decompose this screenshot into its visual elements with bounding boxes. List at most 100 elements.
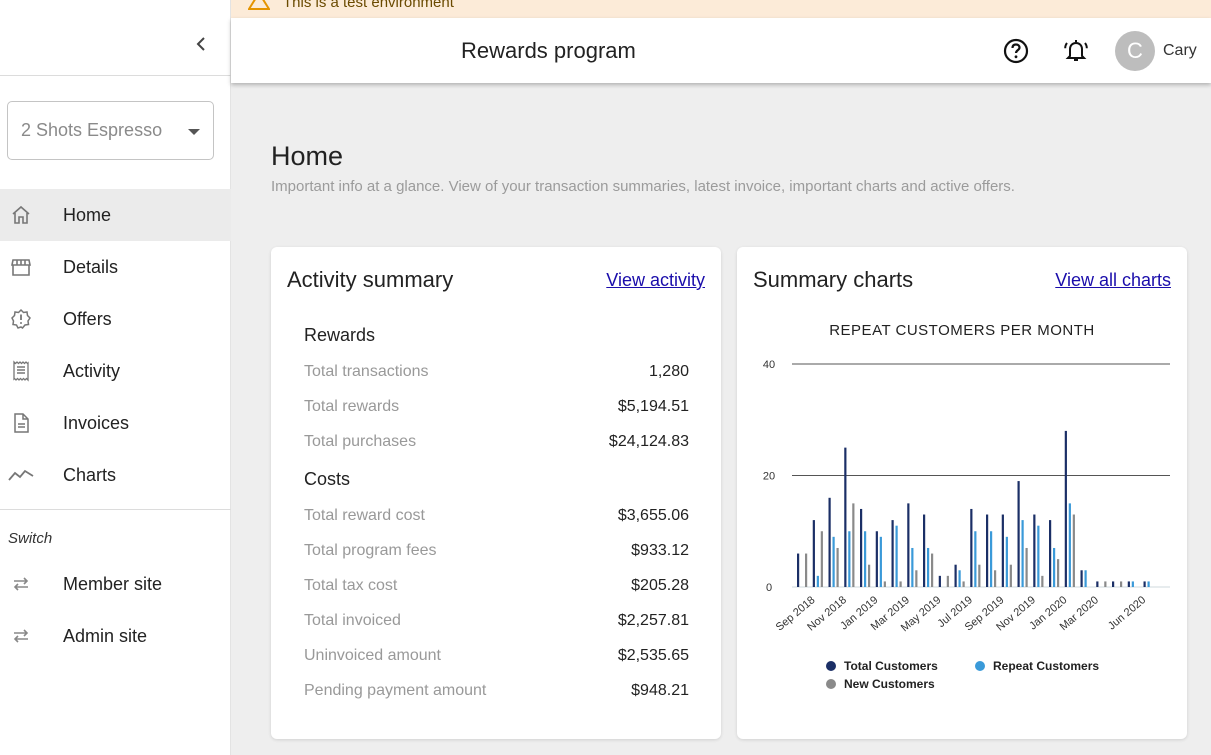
sidebar-item-offers[interactable]: Offers [0, 293, 231, 345]
bar [820, 531, 823, 587]
bar [805, 553, 808, 587]
legend-marker [826, 661, 836, 671]
app-header: Rewards program C Cary [231, 18, 1211, 83]
bar [875, 531, 878, 587]
summary-row: Total tax cost $205.28 [304, 577, 689, 595]
notifications-button[interactable] [1061, 36, 1091, 66]
bar [1120, 581, 1123, 587]
sidebar-item-details[interactable]: Details [0, 241, 231, 293]
page-subtitle: Important info at a glance. View of your… [271, 178, 1015, 195]
avatar[interactable]: C [1115, 31, 1155, 71]
bar [990, 531, 993, 587]
summary-charts-card: Summary charts View all charts REPEAT CU… [737, 247, 1187, 739]
bar [1112, 581, 1115, 587]
sidebar-divider [0, 509, 231, 510]
sidebar-item-label: Invoices [63, 412, 130, 433]
warning-icon [247, 0, 271, 15]
page-title: Home [271, 141, 344, 171]
summary-row-label: Pending payment amount [304, 682, 487, 699]
bar [915, 570, 918, 587]
summary-row: Total reward cost $3,655.06 [304, 507, 689, 525]
sidebar-item-label: Activity [63, 360, 121, 381]
document-icon [0, 412, 63, 434]
bar [911, 547, 914, 587]
summary-row: Total purchases $24,124.83 [304, 433, 689, 451]
bar [978, 564, 981, 587]
summary-row: Total transactions 1,280 [304, 363, 689, 381]
summary-row-value: $3,655.06 [617, 507, 689, 524]
bar [868, 564, 871, 587]
store-select[interactable]: 2 Shots Espresso [7, 101, 214, 160]
bar [883, 581, 886, 587]
bar [864, 531, 867, 587]
bar [891, 520, 894, 587]
line-chart-icon [0, 464, 63, 486]
bell-alert-icon [1064, 40, 1088, 61]
swap-icon [0, 625, 63, 647]
summary-row-value: $2,257.81 [617, 612, 689, 629]
caret-down-icon [188, 129, 200, 135]
sidebar-item-invoices[interactable]: Invoices [0, 397, 231, 449]
bar [907, 503, 910, 587]
bar [1084, 570, 1087, 587]
bar [974, 531, 977, 587]
bar [1005, 536, 1008, 587]
bar [938, 575, 941, 587]
bar [1053, 547, 1056, 587]
bar [1064, 430, 1067, 587]
summary-row-value: $2,535.65 [617, 647, 689, 664]
bar [927, 547, 930, 587]
legend-label: Total Customers [844, 659, 938, 673]
bar [852, 503, 855, 587]
user-name[interactable]: Cary [1163, 42, 1197, 60]
summary-row-label: Total rewards [304, 398, 400, 415]
bar [931, 553, 934, 587]
sidebar-item-member-site[interactable]: Member site [0, 558, 231, 610]
summary-row-label: Total reward cost [304, 507, 425, 524]
bar [1001, 514, 1004, 587]
bar [832, 536, 835, 587]
summary-row: Total invoiced $2,257.81 [304, 612, 689, 630]
legend-label: Repeat Customers [993, 659, 1099, 673]
summary-row-value: $205.28 [631, 577, 689, 594]
store-icon [0, 256, 63, 278]
bar [1009, 564, 1012, 587]
view-activity-link[interactable]: View activity [606, 270, 705, 291]
sidebar-item-admin-site[interactable]: Admin site [0, 610, 231, 662]
bar [994, 570, 997, 587]
summary-row-label: Total tax cost [304, 577, 398, 594]
repeat-customers-chart: 02040Sep 2018Nov 2018Jan 2019Mar 2019May… [763, 359, 1170, 691]
sidebar-item-charts[interactable]: Charts [0, 449, 231, 501]
summary-row: Total program fees $933.12 [304, 542, 689, 560]
store-select-value: 2 Shots Espresso [21, 120, 163, 140]
test-environment-banner: This is a test environment [231, 0, 1211, 18]
bar [860, 508, 863, 587]
summary-row: Total rewards $5,194.51 [304, 398, 689, 416]
bar [848, 531, 851, 587]
bar [1147, 581, 1150, 587]
bar [958, 570, 961, 587]
bar [895, 525, 898, 587]
y-tick-label: 20 [763, 471, 775, 483]
bar [923, 514, 926, 587]
bar [1033, 514, 1036, 587]
bar [1068, 503, 1071, 587]
sidebar-item-home[interactable]: Home [0, 189, 231, 241]
bar [1037, 525, 1040, 587]
sidebar-item-label: Details [63, 256, 119, 277]
summary-row: Pending payment amount $948.21 [304, 682, 689, 700]
bar [1080, 570, 1083, 587]
sidebar-item-activity[interactable]: Activity [0, 345, 231, 397]
bar [1096, 581, 1099, 587]
summary-row-value: $933.12 [631, 542, 689, 559]
bar [836, 547, 839, 587]
collapse-sidebar-button[interactable] [190, 33, 212, 55]
help-button[interactable] [1001, 36, 1031, 66]
bar [954, 564, 957, 587]
bar [828, 497, 831, 587]
bar [946, 575, 949, 587]
bar [1104, 581, 1107, 587]
activity-summary-title: Activity summary [287, 267, 454, 292]
summary-row-value: $948.21 [631, 682, 689, 699]
bar [1057, 559, 1060, 587]
